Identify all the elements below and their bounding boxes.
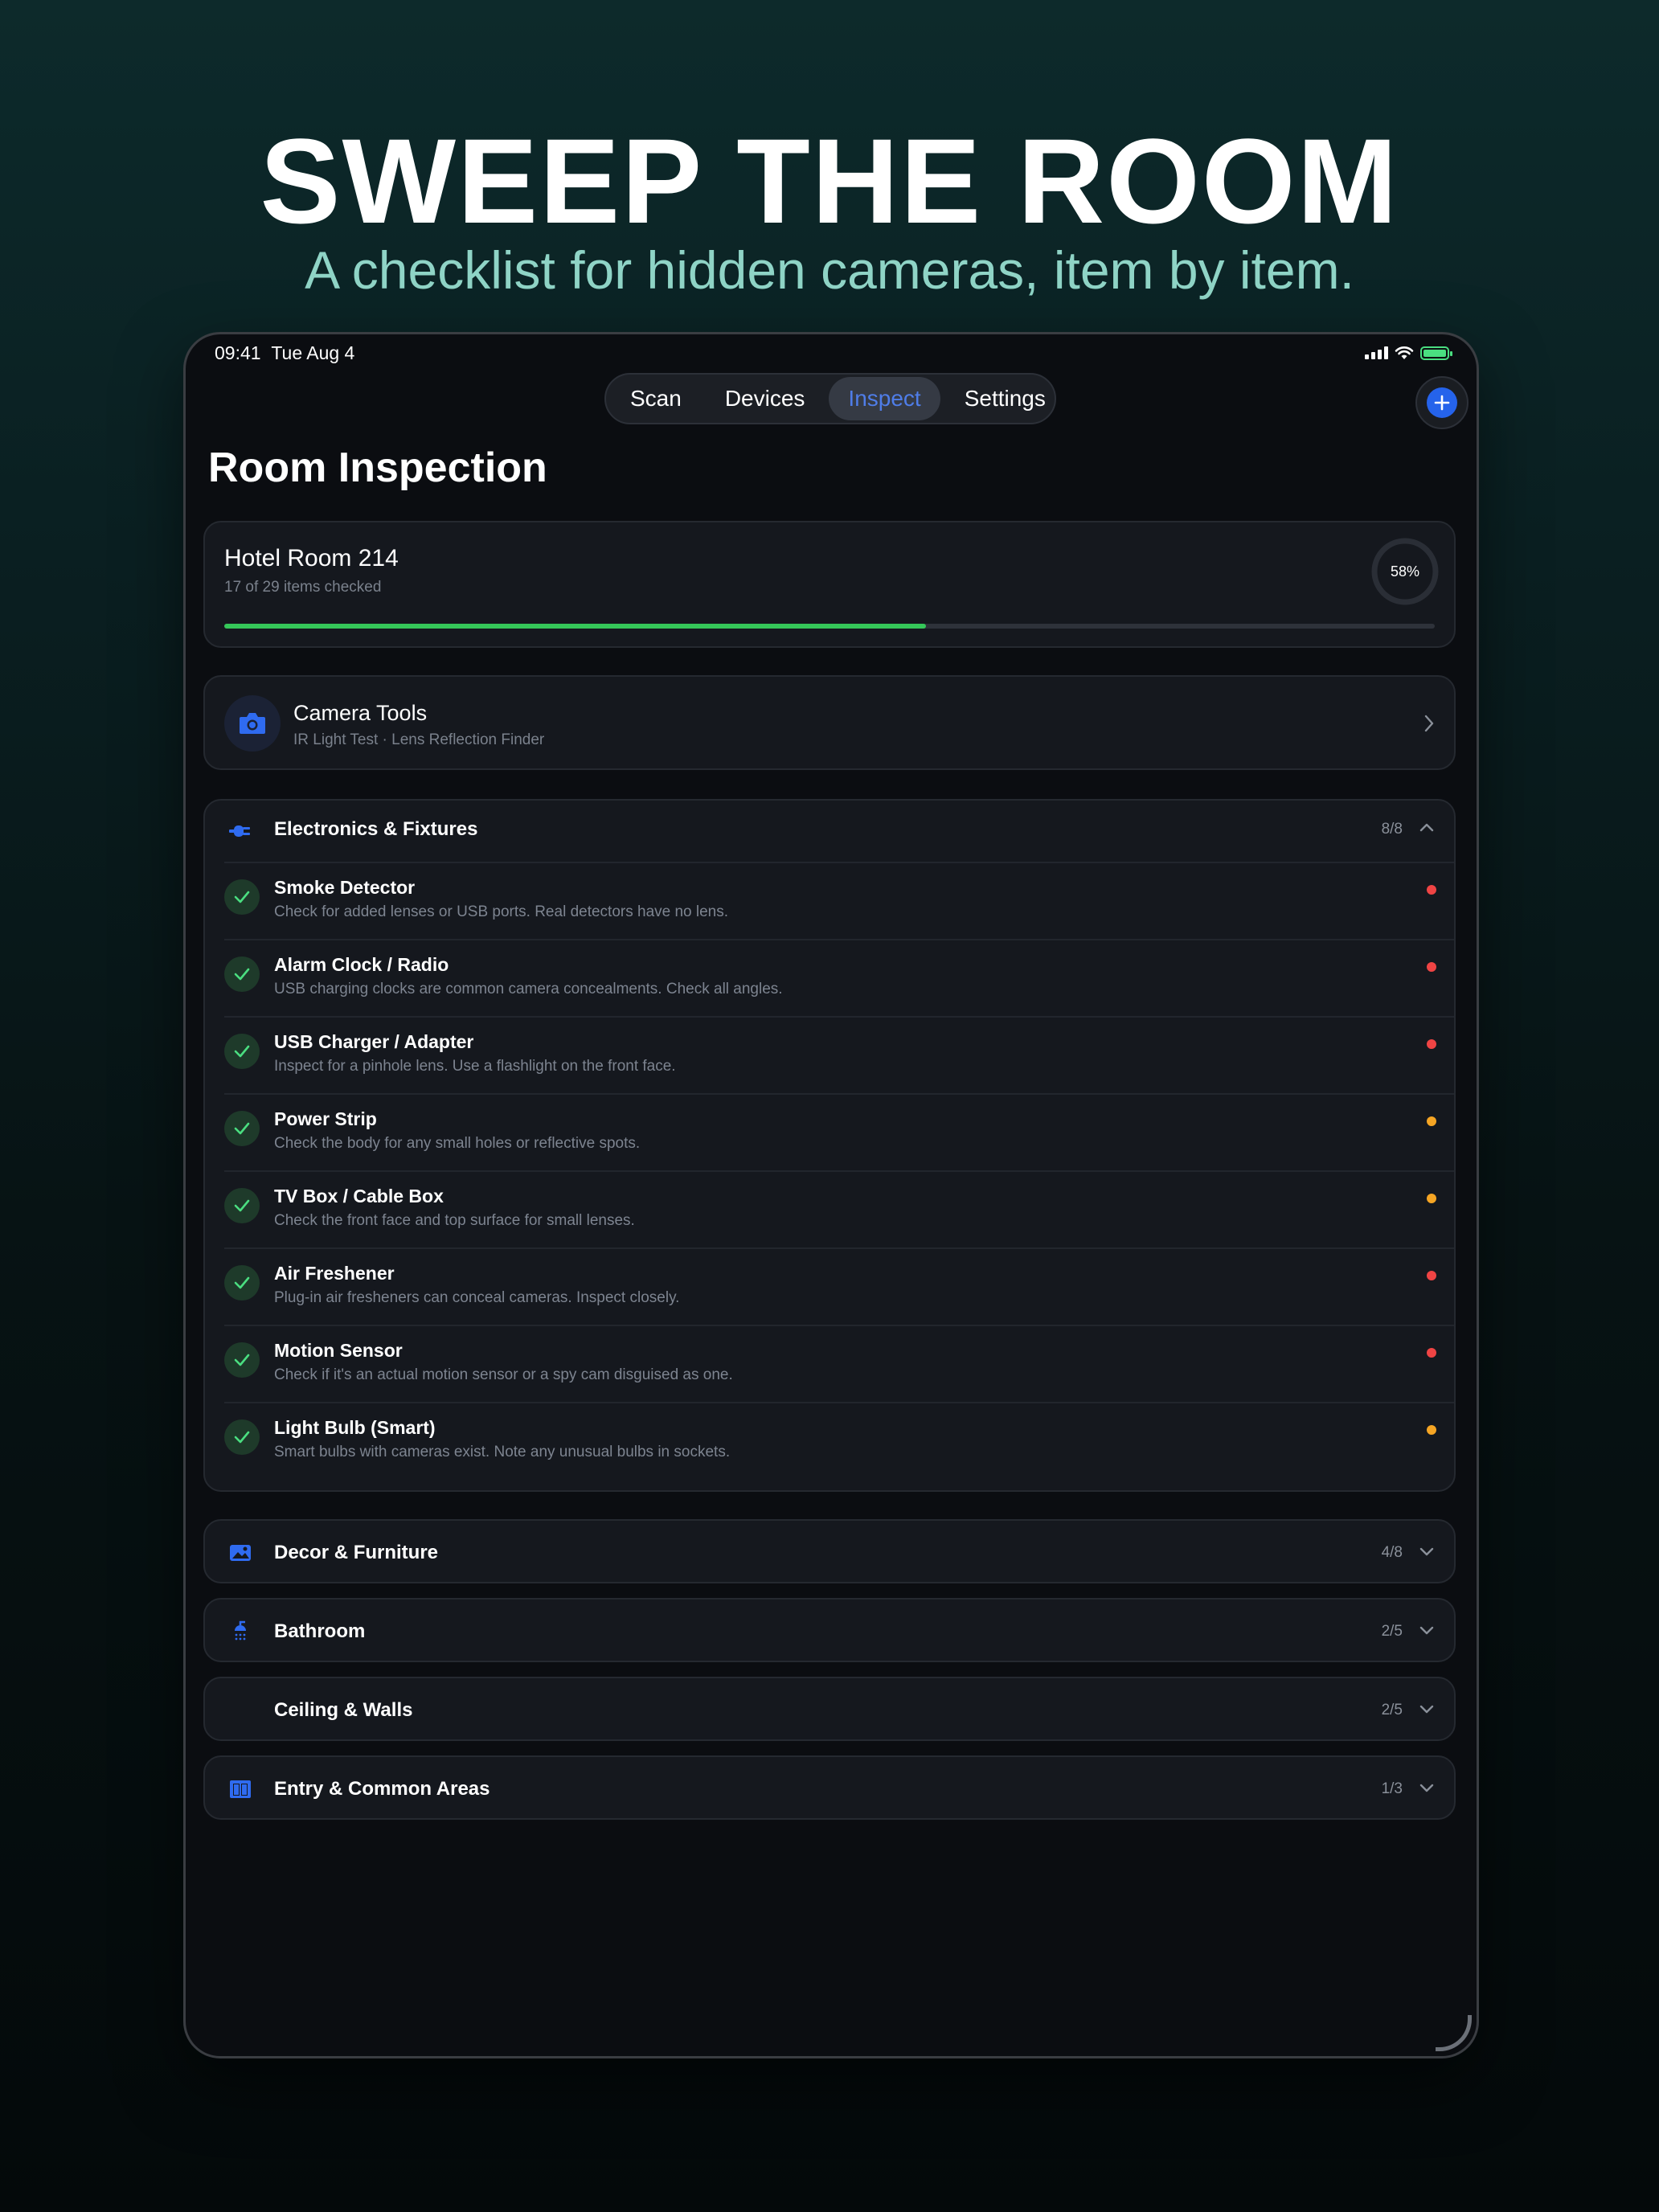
status-time: 09:41	[215, 342, 261, 363]
chevron-down-icon	[1419, 1784, 1434, 1792]
chevron-down-icon	[1419, 1626, 1434, 1635]
section-count: 2/5	[1381, 1623, 1403, 1640]
item-title: USB Charger / Adapter	[274, 1031, 474, 1052]
camera-icon	[240, 713, 265, 734]
section-count: 4/8	[1381, 1544, 1403, 1561]
checklist-item[interactable]: Power Strip Check the body for any small …	[224, 1093, 1454, 1172]
item-title: Light Bulb (Smart)	[274, 1417, 436, 1438]
item-description: Smart bulbs with cameras exist. Note any…	[274, 1444, 731, 1460]
priority-dot	[1427, 1116, 1436, 1126]
item-title: Power Strip	[274, 1108, 377, 1129]
wifi-icon	[1395, 346, 1414, 359]
checkmark-icon[interactable]	[224, 1419, 260, 1455]
battery-charging-icon	[1420, 346, 1452, 360]
checklist-item[interactable]: USB Charger / Adapter Inspect for a pinho…	[224, 1016, 1454, 1095]
chevron-up-icon	[1419, 823, 1434, 832]
items-checked-summary: 17 of 29 items checked	[224, 579, 382, 596]
progress-bar-fill	[224, 624, 927, 629]
item-description: Check the body for any small holes or re…	[274, 1135, 641, 1152]
section-label: Bathroom	[274, 1620, 366, 1642]
item-description: USB charging clocks are common camera co…	[274, 981, 783, 997]
camera-tools-title: Camera Tools	[293, 701, 428, 725]
section-entry-common-areas[interactable]: Entry & Common Areas 1/3	[203, 1755, 1456, 1820]
section-bathroom[interactable]: Bathroom 2/5	[203, 1598, 1456, 1662]
item-title: Alarm Clock / Radio	[274, 954, 449, 975]
plus-icon	[1434, 395, 1450, 411]
priority-dot	[1427, 1348, 1436, 1358]
door-icon	[226, 1775, 255, 1804]
tab-scan[interactable]: Scan	[611, 377, 701, 420]
chevron-right-icon	[1424, 715, 1434, 732]
priority-dot	[1427, 1039, 1436, 1049]
item-title: Air Freshener	[274, 1263, 395, 1284]
tab-settings[interactable]: Settings	[945, 377, 1065, 420]
checklist-item[interactable]: Motion Sensor Check if it's an actual mot…	[224, 1325, 1454, 1403]
cellular-signal-icon	[1365, 346, 1388, 359]
chevron-down-icon	[1419, 1547, 1434, 1556]
corner-resize-mark	[1436, 2015, 1472, 2051]
item-description: Check if it's an actual motion sensor or…	[274, 1366, 733, 1383]
priority-dot	[1427, 885, 1436, 895]
item-description: Plug-in air fresheners can conceal camer…	[274, 1289, 680, 1306]
tab-inspect[interactable]: Inspect	[829, 377, 940, 420]
add-button[interactable]	[1415, 376, 1469, 429]
item-description: Check for added lenses or USB ports. Rea…	[274, 903, 729, 920]
item-description: Check the front face and top surface for…	[274, 1212, 635, 1229]
checkmark-icon[interactable]	[224, 1265, 260, 1301]
camera-icon-wrap	[224, 695, 281, 752]
checkmark-icon[interactable]	[224, 956, 260, 992]
checkmark-icon[interactable]	[224, 1342, 260, 1378]
section-label: Electronics & Fixtures	[274, 818, 478, 840]
image-icon	[226, 1538, 255, 1567]
checkmark-icon[interactable]	[224, 1188, 260, 1223]
checkmark-icon[interactable]	[224, 1034, 260, 1069]
priority-dot	[1427, 1194, 1436, 1203]
plug-icon	[226, 817, 255, 846]
camera-tools-row[interactable]: Camera Tools IR Light Test · Lens Reflec…	[203, 675, 1456, 770]
progress-bar	[224, 624, 1435, 629]
item-title: Smoke Detector	[274, 877, 416, 898]
checklist-item[interactable]: Light Bulb (Smart) Smart bulbs with camer…	[224, 1402, 1454, 1481]
room-name: Hotel Room 214	[224, 545, 399, 571]
checkmark-icon[interactable]	[224, 1111, 260, 1146]
section-count: 2/5	[1381, 1702, 1403, 1718]
page-title: Room Inspection	[208, 444, 547, 491]
section-count: 8/8	[1381, 821, 1403, 838]
status-time-date: 09:41 Tue Aug 4	[215, 342, 354, 364]
tablet-frame: 09:41 Tue Aug 4 Scan Devices Inspect Set…	[183, 332, 1479, 2058]
section-electronics-fixtures: Electronics & Fixtures 8/8 Smoke Detecto…	[203, 799, 1456, 1492]
room-progress-card: Hotel Room 214 17 of 29 items checked 58…	[203, 521, 1456, 648]
chevron-down-icon	[1419, 1705, 1434, 1714]
priority-dot	[1427, 1425, 1436, 1435]
camera-tools-subtitle: IR Light Test · Lens Reflection Finder	[293, 731, 545, 748]
section-label: Ceiling & Walls	[274, 1699, 413, 1721]
checklist-item[interactable]: Alarm Clock / Radio USB charging clocks a…	[224, 939, 1454, 1018]
status-icons	[1365, 346, 1452, 360]
item-title: Motion Sensor	[274, 1340, 403, 1361]
checklist-item[interactable]: TV Box / Cable Box Check the front face a…	[224, 1170, 1454, 1249]
tab-devices[interactable]: Devices	[706, 377, 825, 420]
section-decor-furniture[interactable]: Decor & Furniture 4/8	[203, 1519, 1456, 1583]
status-date: Tue Aug 4	[271, 342, 355, 363]
hero-title: SWEEP THE ROOM	[260, 113, 1399, 248]
progress-percent: 58%	[1390, 563, 1420, 580]
checkmark-icon[interactable]	[224, 879, 260, 915]
checklist-item[interactable]: Air Freshener Plug-in air fresheners can …	[224, 1247, 1454, 1326]
hero-subtitle: A checklist for hidden cameras, item by …	[305, 240, 1354, 300]
section-header[interactable]: Electronics & Fixtures 8/8	[205, 801, 1454, 862]
priority-dot	[1427, 962, 1436, 972]
section-label: Entry & Common Areas	[274, 1778, 490, 1800]
item-description: Inspect for a pinhole lens. Use a flashl…	[274, 1058, 676, 1075]
checklist-item[interactable]: Smoke Detector Check for added lenses or …	[224, 862, 1454, 940]
priority-dot	[1427, 1271, 1436, 1280]
section-label: Decor & Furniture	[274, 1542, 439, 1563]
shower-icon	[226, 1617, 255, 1646]
section-count: 1/3	[1381, 1780, 1403, 1797]
section-ceiling-walls[interactable]: Ceiling & Walls 2/5	[203, 1677, 1456, 1741]
main-tab-bar: Scan Devices Inspect Settings	[604, 373, 1056, 424]
item-title: TV Box / Cable Box	[274, 1186, 444, 1206]
